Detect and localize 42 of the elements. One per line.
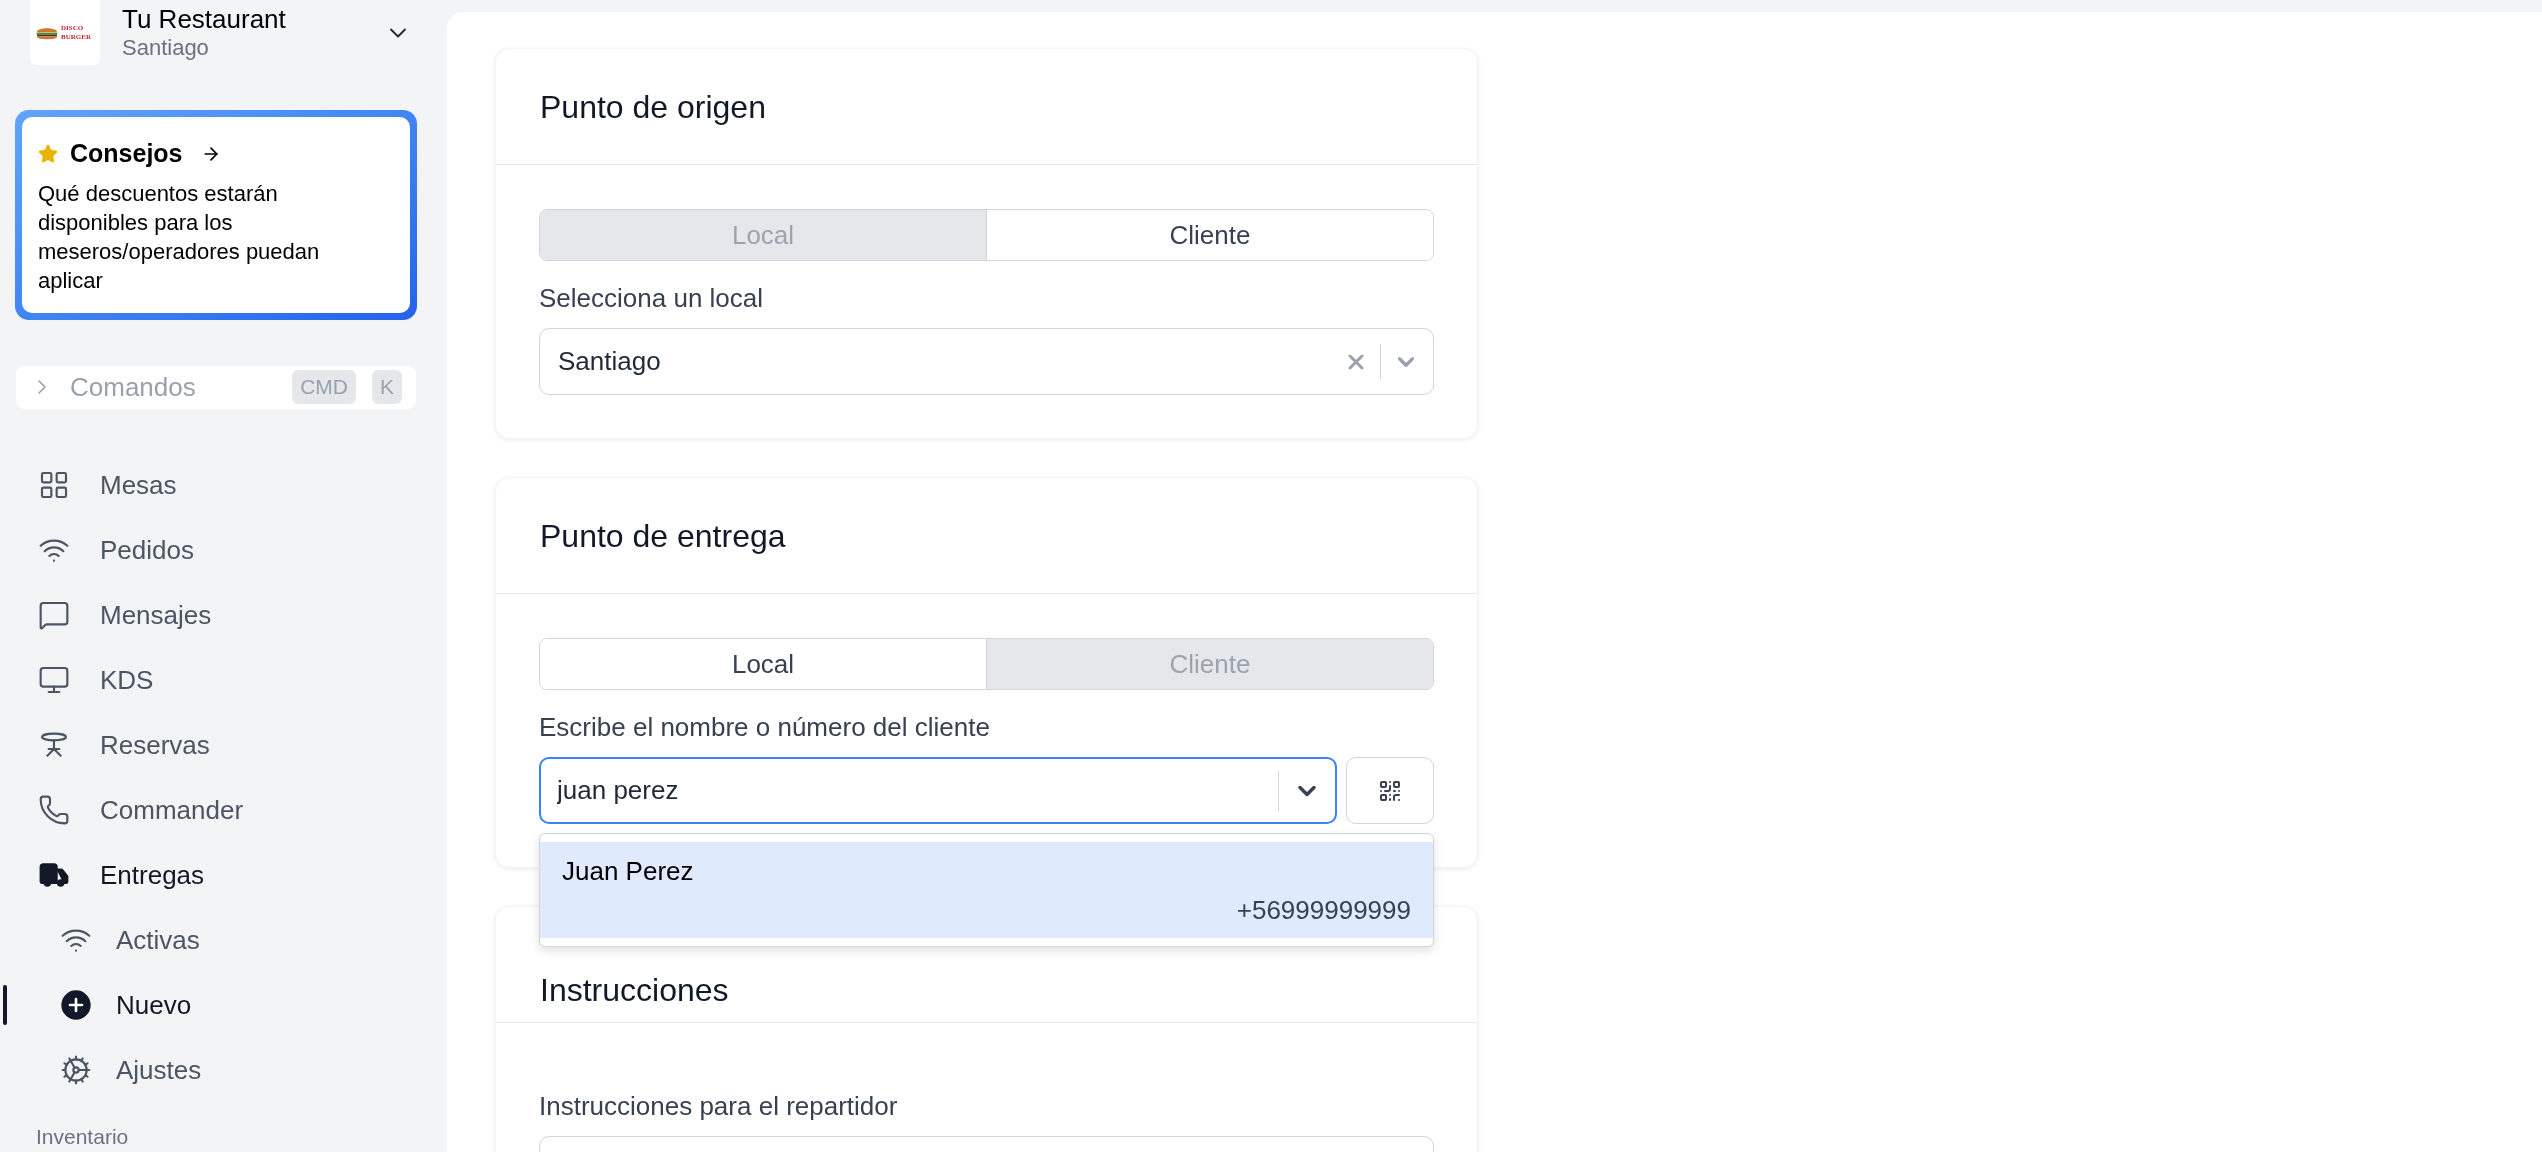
restaurant-name: Tu Restaurant: [122, 3, 287, 34]
monitor-icon: [38, 664, 70, 696]
card-title: Punto de origen: [540, 87, 766, 127]
card-title: Punto de entrega: [540, 516, 786, 556]
card-title: Instrucciones: [540, 971, 729, 1010]
field-label: Instrucciones para el repartidor: [539, 1090, 899, 1123]
restaurant-city: Santiago: [122, 33, 210, 62]
section-label: Inventario: [35, 1123, 130, 1150]
key-hint: K: [372, 370, 402, 404]
gear-icon: [60, 1054, 92, 1086]
field-label: Selecciona un local: [539, 282, 765, 315]
nav-item[interactable]: Nuevo: [15, 972, 432, 1038]
client-option[interactable]: Juan Perez +56999999999: [540, 842, 1433, 938]
nav-item[interactable]: KDS: [15, 647, 432, 713]
tip-title: Consejos: [70, 138, 183, 169]
segment-tab[interactable]: Cliente: [986, 210, 1433, 260]
location-select[interactable]: Santiago: [539, 328, 1434, 395]
nav-item[interactable]: Entregas: [15, 842, 432, 908]
nav-item[interactable]: Mensajes: [15, 582, 432, 648]
tip-text: Qué descuentos estarán disponibles para los meseros/operadores puedan aplicar: [38, 179, 321, 295]
command-placeholder: Comandos: [70, 370, 197, 404]
key-hint: CMD: [292, 370, 356, 404]
client-search-field[interactable]: juan perez: [539, 757, 1337, 824]
qr-code-button[interactable]: [1346, 757, 1434, 824]
nav-item[interactable]: Commander: [15, 777, 432, 843]
client-phone: +56999999999: [1236, 894, 1411, 927]
phone-icon: [38, 794, 70, 826]
nav-item[interactable]: Mesas: [15, 452, 432, 518]
nav-item[interactable]: Pedidos: [15, 517, 432, 583]
nav-item[interactable]: Reservas: [15, 712, 432, 778]
nav-item[interactable]: Activas: [15, 907, 432, 973]
qr-code-icon: [1378, 778, 1402, 803]
nav-item[interactable]: Ajustes: [15, 1037, 432, 1103]
tip-card[interactable]: Consejos Qué descuentos estarán disponibles para los meseros/operadores puedan aplicar: [15, 110, 417, 320]
chat-icon: [38, 599, 70, 631]
star-icon: [38, 143, 58, 164]
active-indicator: [3, 984, 7, 1025]
client-name: Juan Perez: [562, 855, 695, 888]
plus-circle-icon: [60, 989, 92, 1021]
field-label: Escribe el nombre o número del cliente: [539, 711, 991, 744]
client-search-input[interactable]: juan perez: [557, 771, 1264, 810]
grid-icon: [38, 469, 70, 501]
